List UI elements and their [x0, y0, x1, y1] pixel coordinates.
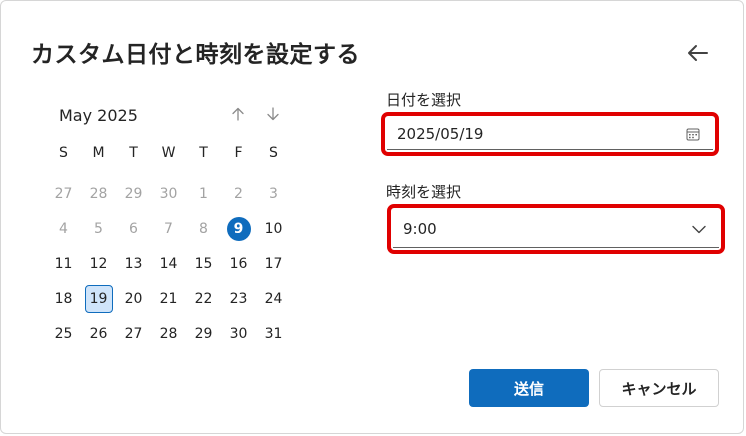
time-select[interactable]: 9:00	[393, 210, 719, 248]
calendar-day[interactable]: 2	[221, 176, 256, 211]
calendar-day-number: 24	[264, 290, 283, 307]
time-field-label: 時刻を選択	[386, 183, 462, 201]
calendar-day[interactable]: 14	[151, 246, 186, 281]
calendar-day-number: 5	[94, 220, 103, 237]
calendar-day[interactable]: 6	[116, 211, 151, 246]
calendar-day[interactable]: 7	[151, 211, 186, 246]
calendar-day[interactable]: 22	[186, 281, 221, 316]
calendar-day[interactable]: 15	[186, 246, 221, 281]
calendar-day-number: 9	[226, 216, 251, 241]
calendar-day[interactable]: 12	[81, 246, 116, 281]
calendar-day[interactable]: 8	[186, 211, 221, 246]
calendar-day[interactable]: 29	[116, 176, 151, 211]
calendar-day[interactable]: 17	[256, 246, 291, 281]
date-input-value: 2025/05/19	[397, 124, 484, 143]
calendar-day[interactable]: 1	[186, 176, 221, 211]
calendar-day[interactable]: 30	[151, 176, 186, 211]
calendar-day-number: 30	[229, 325, 248, 342]
calendar-day-number: 6	[129, 220, 138, 237]
previous-month-button[interactable]	[227, 103, 249, 125]
calendar-day-number: 23	[229, 290, 248, 307]
calendar-day-number: 26	[89, 325, 108, 342]
calendar-day-number: 1	[199, 185, 208, 202]
calendar-day-number: 29	[124, 185, 143, 202]
calendar-month-label: May 2025	[59, 106, 138, 125]
time-field-highlight: 9:00	[387, 204, 725, 254]
calendar-day-number: 17	[264, 255, 283, 272]
back-button[interactable]	[684, 39, 712, 67]
calendar-day-number: 12	[89, 255, 108, 272]
next-month-button[interactable]	[262, 103, 284, 125]
calendar-day[interactable]: 24	[256, 281, 291, 316]
calendar-day[interactable]: 29	[186, 316, 221, 351]
calendar-day-number: 3	[269, 185, 278, 202]
calendar-day-number: 21	[159, 290, 178, 307]
weekday-header: M	[92, 145, 105, 161]
calendar-day-number: 14	[159, 255, 178, 272]
calendar-day[interactable]: 3	[256, 176, 291, 211]
calendar-day-number: 27	[54, 185, 73, 202]
calendar-day[interactable]: 10	[256, 211, 291, 246]
date-input[interactable]: 2025/05/19	[387, 118, 713, 150]
calendar-day-number: 29	[194, 325, 213, 342]
time-select-value: 9:00	[403, 219, 437, 238]
date-field-label: 日付を選択	[386, 91, 462, 109]
weekday-header: W	[161, 145, 176, 161]
calendar-day[interactable]: 5	[81, 211, 116, 246]
calendar-day-number: 28	[159, 325, 178, 342]
calendar-grid: S M T W T F S 27 28 29 30 1 2 3 4 5 6 7 8 9 10 11 12 13 14 15 16 17…	[46, 141, 291, 351]
calendar-day[interactable]: 25	[46, 316, 81, 351]
calendar-day-number: 15	[194, 255, 213, 272]
calendar-day-number: 19	[84, 284, 113, 313]
calendar-day[interactable]: 18	[46, 281, 81, 316]
calendar-day-number: 2	[234, 185, 243, 202]
date-field-highlight: 2025/05/19	[381, 112, 719, 156]
calendar-day-number: 16	[229, 255, 248, 272]
calendar-icon[interactable]	[683, 124, 703, 144]
calendar-day[interactable]: 21	[151, 281, 186, 316]
calendar-day-number: 10	[264, 220, 283, 237]
calendar-day-number: 27	[124, 325, 143, 342]
weekday-header: T	[129, 145, 138, 161]
calendar-day-number: 13	[124, 255, 143, 272]
arrow-left-icon	[688, 45, 708, 61]
weekday-header: F	[234, 145, 243, 161]
arrow-down-icon	[267, 107, 279, 121]
arrow-up-icon	[232, 107, 244, 121]
calendar-day-number: 18	[54, 290, 73, 307]
weekday-header: T	[199, 145, 208, 161]
calendar-day[interactable]: 27	[116, 316, 151, 351]
dialog-title: カスタム日付と時刻を設定する	[31, 42, 360, 68]
calendar-day[interactable]: 11	[46, 246, 81, 281]
calendar-day-number: 30	[159, 185, 178, 202]
calendar-day-number: 7	[164, 220, 173, 237]
calendar-day-today[interactable]: 9	[221, 211, 256, 246]
calendar-day-number: 8	[199, 220, 208, 237]
calendar-day[interactable]: 13	[116, 246, 151, 281]
calendar-day[interactable]: 30	[221, 316, 256, 351]
calendar-day-number: 28	[89, 185, 108, 202]
calendar-day-number: 20	[124, 290, 143, 307]
calendar-day[interactable]: 23	[221, 281, 256, 316]
calendar-day-number: 4	[59, 220, 68, 237]
calendar-day[interactable]: 27	[46, 176, 81, 211]
calendar-day[interactable]: 20	[116, 281, 151, 316]
calendar-day-number: 25	[54, 325, 73, 342]
weekday-header: S	[269, 145, 278, 161]
calendar-day[interactable]: 26	[81, 316, 116, 351]
calendar-day[interactable]: 16	[221, 246, 256, 281]
calendar-day-number: 22	[194, 290, 213, 307]
weekday-header: S	[59, 145, 68, 161]
calendar-day-selected[interactable]: 19	[81, 281, 116, 316]
cancel-button[interactable]: キャンセル	[599, 369, 719, 407]
calendar-day[interactable]: 4	[46, 211, 81, 246]
submit-button[interactable]: 送信	[469, 369, 589, 407]
chevron-down-icon[interactable]	[689, 219, 709, 239]
calendar-day-number: 11	[54, 255, 73, 272]
custom-datetime-dialog: カスタム日付と時刻を設定する May 2025 S M T W T F S 27 28 29 30 1…	[0, 0, 744, 434]
calendar-day-number: 31	[264, 325, 283, 342]
calendar-day[interactable]: 28	[151, 316, 186, 351]
calendar-day[interactable]: 28	[81, 176, 116, 211]
calendar-day[interactable]: 31	[256, 316, 291, 351]
